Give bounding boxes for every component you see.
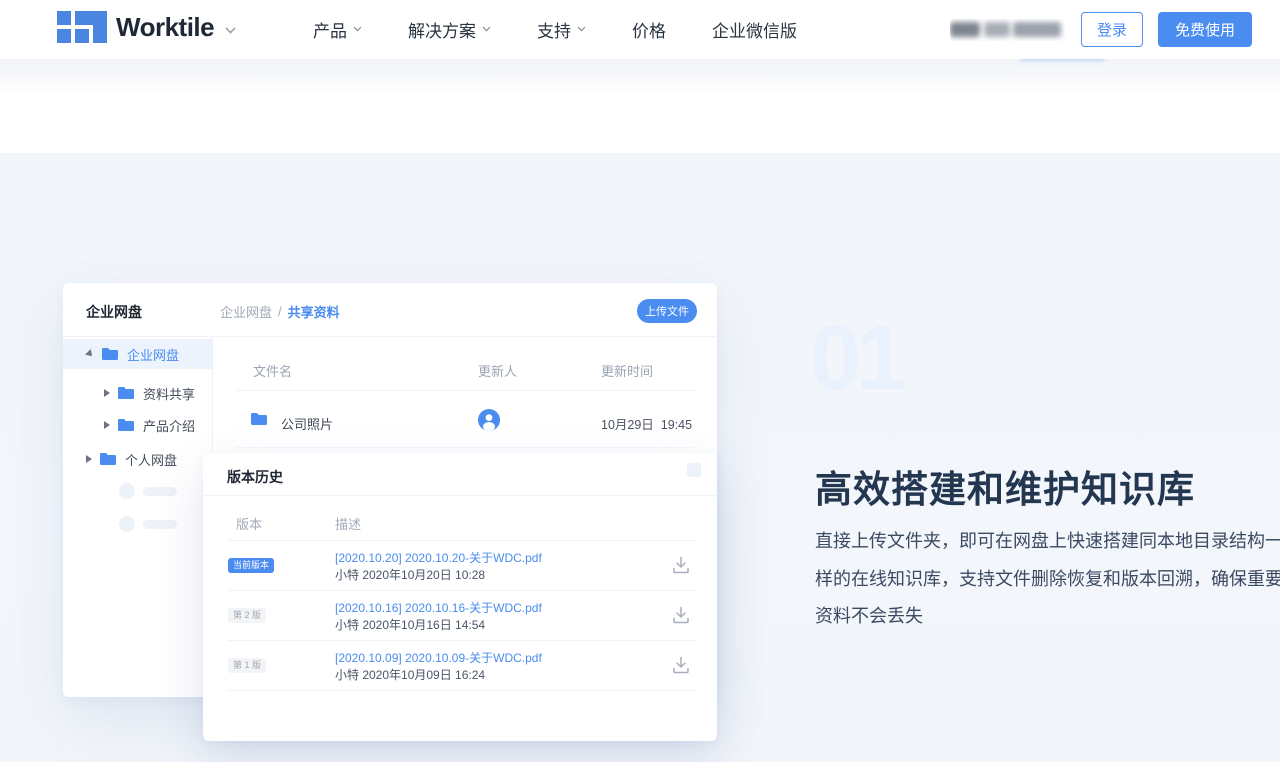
divider — [235, 390, 697, 391]
col-header-updated-time: 更新时间 — [601, 361, 653, 380]
col-header-description: 描述 — [335, 514, 361, 533]
close-icon[interactable] — [687, 463, 701, 477]
folder-icon — [117, 418, 135, 432]
login-button[interactable]: 登录 — [1081, 12, 1143, 47]
breadcrumb-current: 共享资料 — [288, 302, 340, 321]
version-file-link[interactable]: [2020.10.16] 2020.10.16-关于WDC.pdf — [335, 599, 542, 616]
folder-icon — [101, 347, 119, 361]
nav-item-pricing[interactable]: 价格 — [632, 17, 666, 42]
divider — [235, 447, 697, 448]
col-header-version: 版本 — [236, 514, 262, 533]
free-trial-button[interactable]: 免费使用 — [1158, 12, 1252, 47]
tree-item-label: 资料共享 — [143, 384, 195, 403]
worktile-logo-icon — [57, 10, 107, 44]
chevron-down-icon — [578, 24, 586, 32]
divider — [227, 690, 697, 691]
modal-title: 版本历史 — [227, 467, 283, 487]
caret-collapsed-icon[interactable] — [104, 421, 110, 429]
tree-item-label: 企业网盘 — [127, 345, 179, 364]
version-badge: 第 2 版 — [228, 608, 266, 623]
nav-item-label: 支持 — [537, 17, 571, 42]
upload-file-button[interactable]: 上传文件 — [637, 299, 697, 323]
tree-item-label: 产品介绍 — [143, 416, 195, 435]
nav-item-label: 企业微信版 — [712, 17, 797, 42]
brand-home-link[interactable]: Worktile — [57, 10, 235, 44]
main-nav: 产品 解决方案 支持 价格 企业微信版 — [313, 0, 797, 59]
brand-chevron-down-icon[interactable] — [226, 20, 235, 38]
version-file-link[interactable]: [2020.10.20] 2020.10.20-关于WDC.pdf — [335, 549, 542, 566]
breadcrumb: 企业网盘 / 共享资料 — [220, 302, 340, 321]
skeleton-row — [119, 483, 177, 499]
download-icon[interactable] — [671, 605, 691, 625]
tree-item-personal-drive[interactable]: 个人网盘 — [63, 445, 213, 473]
feature-index-watermark: 01 — [810, 312, 902, 404]
updater-avatar — [478, 409, 500, 431]
tree-item-enterprise-drive[interactable]: 企业网盘 — [63, 339, 213, 369]
file-updated-time: 10月29日 19:45 — [601, 414, 692, 433]
drive-header: 企业网盘 企业网盘 / 共享资料 上传文件 — [63, 283, 717, 337]
feature-title: 高效搭建和维护知识库 — [815, 459, 1195, 513]
version-row-current: 当前版本 [2020.10.20] 2020.10.20-关于WDC.pdf 小… — [203, 540, 717, 590]
caret-expanded-icon[interactable] — [85, 349, 95, 359]
nav-item-label: 价格 — [632, 17, 666, 42]
nav-item-products[interactable]: 产品 — [313, 17, 362, 42]
version-meta: 小特 2020年10月16日 14:54 — [335, 616, 485, 633]
breadcrumb-separator: / — [278, 304, 282, 319]
caret-collapsed-icon[interactable] — [86, 455, 92, 463]
version-badge: 第 1 版 — [228, 658, 266, 673]
feature-description: 直接上传文件夹，即可在网盘上快速搭建同本地目录结构一样的在线知识库，支持文件删除… — [815, 523, 1280, 636]
tree-item-product-intro[interactable]: 产品介绍 — [63, 411, 213, 439]
version-history-modal: 版本历史 版本 描述 当前版本 [2020.10.20] 2020.10.20-… — [203, 453, 717, 741]
phone-number-redacted — [950, 19, 1065, 41]
file-name: 公司照片 — [281, 414, 333, 433]
version-row-2: 第 2 版 [2020.10.16] 2020.10.16-关于WDC.pdf … — [203, 590, 717, 640]
navbar-shadow-strip — [0, 59, 1280, 103]
nav-item-label: 解决方案 — [408, 17, 476, 42]
skeleton-row — [119, 516, 177, 532]
folder-icon — [99, 452, 117, 466]
nav-item-wechat-work[interactable]: 企业微信版 — [712, 17, 797, 42]
col-header-filename: 文件名 — [253, 361, 292, 380]
top-navbar: Worktile 产品 解决方案 支持 价格 企业微信版 — [0, 0, 1280, 59]
version-meta: 小特 2020年10月20日 10:28 — [335, 566, 485, 583]
brand-name: Worktile — [116, 12, 214, 43]
download-icon[interactable] — [671, 555, 691, 575]
download-icon[interactable] — [671, 655, 691, 675]
divider — [203, 495, 717, 496]
nav-item-support[interactable]: 支持 — [537, 17, 586, 42]
chevron-down-icon — [354, 24, 362, 32]
drive-title: 企业网盘 — [86, 302, 142, 322]
version-file-link[interactable]: [2020.10.09] 2020.10.09-关于WDC.pdf — [335, 649, 542, 666]
chevron-down-icon — [483, 24, 491, 32]
nav-item-label: 产品 — [313, 17, 347, 42]
version-badge-current: 当前版本 — [228, 558, 274, 573]
caret-collapsed-icon[interactable] — [104, 389, 110, 397]
file-row-company-photos[interactable]: 公司照片 10月29日 19:45 — [213, 400, 717, 440]
drive-sidebar: 企业网盘 资料共享 产品介绍 个人网盘 — [63, 337, 213, 697]
navbar-right: 登录 免费使用 — [950, 0, 1252, 59]
version-row-1: 第 1 版 [2020.10.09] 2020.10.09-关于WDC.pdf … — [203, 640, 717, 690]
nav-item-solutions[interactable]: 解决方案 — [408, 17, 491, 42]
col-header-updater: 更新人 — [478, 361, 517, 380]
tree-item-shared-docs[interactable]: 资料共享 — [63, 379, 213, 407]
version-meta: 小特 2020年10月09日 16:24 — [335, 666, 485, 683]
tree-item-label: 个人网盘 — [125, 450, 177, 469]
page: Worktile 产品 解决方案 支持 价格 企业微信版 — [0, 0, 1280, 762]
breadcrumb-parent[interactable]: 企业网盘 — [220, 302, 272, 321]
folder-icon — [117, 386, 135, 400]
folder-icon — [250, 412, 268, 426]
